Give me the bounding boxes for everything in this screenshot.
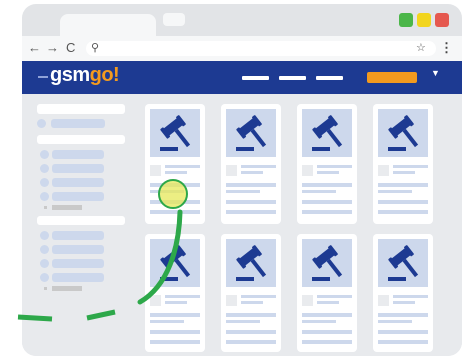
swipe-path-dash [17,314,53,322]
swipe-path [137,209,183,305]
gesture-path-overlay [17,209,183,322]
swipe-path-dash [86,309,116,321]
touch-point-highlight [158,179,188,209]
